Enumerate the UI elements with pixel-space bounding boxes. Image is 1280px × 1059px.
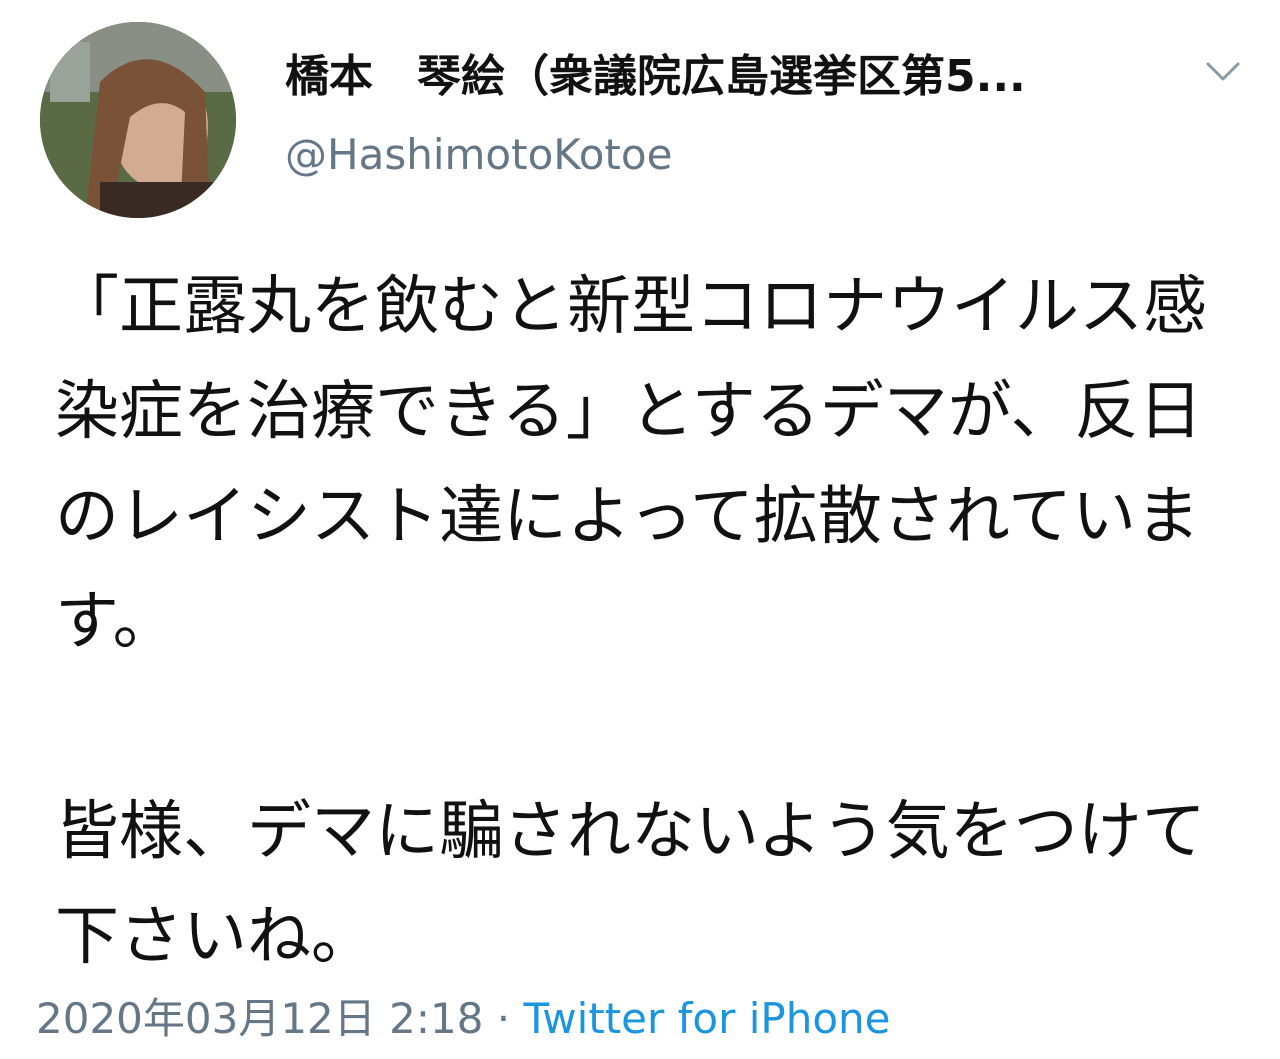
meta-separator: · — [483, 994, 524, 1043]
tweet-card: 橋本 琴絵（衆議院広島選挙区第5... @HashimotoKotoe 「正露丸… — [0, 0, 1280, 1059]
avatar[interactable] — [40, 22, 236, 218]
author-display-name[interactable]: 橋本 琴絵（衆議院広島選挙区第5... — [285, 40, 1026, 104]
tweet-timestamp[interactable]: 2020年03月12日 2:18 — [36, 994, 483, 1043]
avatar-photo — [40, 22, 236, 218]
author-handle[interactable]: @HashimotoKotoe — [285, 130, 672, 179]
tweet-text: 「正露丸を飲むと新型コロナウイルス感染症を治療できる」とするデマが、反日のレイシ… — [55, 270, 1207, 974]
chevron-down-icon[interactable] — [1200, 48, 1246, 94]
tweet-meta: 2020年03月12日 2:18 · Twitter for iPhone — [36, 985, 891, 1046]
tweet-source-link[interactable]: Twitter for iPhone — [524, 994, 891, 1043]
